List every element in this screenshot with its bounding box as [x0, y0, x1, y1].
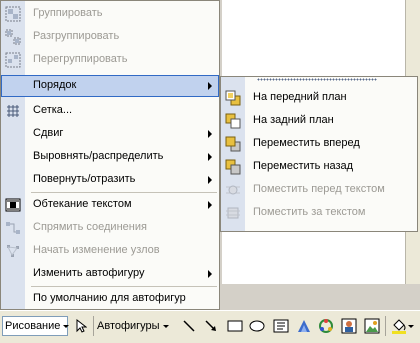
- menu-item-align-distribute[interactable]: Выровнять/распределить: [1, 146, 219, 168]
- submenu-item-label: Поместить перед текстом: [253, 183, 385, 195]
- behind-text-icon: [225, 205, 241, 221]
- order-submenu: На передний план На задний план Перемест…: [220, 76, 418, 232]
- menu-item-label: Обтекание текстом: [33, 198, 132, 210]
- group-icon: [5, 6, 21, 22]
- text-box-icon: [273, 319, 289, 333]
- menu-item-regroup[interactable]: Перегруппировать: [1, 49, 219, 71]
- chevron-down-icon: [162, 324, 169, 328]
- bring-forward-icon: [225, 136, 241, 152]
- menu-item-label: Выровнять/распределить: [33, 150, 164, 162]
- submenu-item-in-front-of-text[interactable]: Поместить перед текстом: [221, 178, 417, 201]
- menu-item-straighten-connectors[interactable]: Спрямить соединения: [1, 217, 219, 239]
- menu-item-rotate-flip[interactable]: Повернуть/отразить: [1, 169, 219, 191]
- submenu-item-label: Переместить назад: [253, 160, 354, 172]
- in-front-of-text-icon: [225, 182, 241, 198]
- menu-item-label: Перегруппировать: [33, 53, 128, 65]
- chevron-down-icon: [408, 324, 414, 328]
- clip-art-button[interactable]: [340, 316, 358, 336]
- picture-icon: [364, 318, 380, 334]
- line-icon: [183, 320, 195, 332]
- submenu-arrow-icon: [208, 82, 212, 90]
- grid-icon: [5, 103, 21, 119]
- submenu-drag-handle[interactable]: [257, 78, 377, 81]
- menu-item-label: Порядок: [33, 79, 77, 91]
- rectangle-icon: [227, 320, 243, 332]
- menu-item-label: Начать изменение узлов: [33, 244, 160, 256]
- oval-icon: [249, 320, 265, 332]
- menu-item-group[interactable]: Группировать: [1, 3, 219, 25]
- submenu-arrow-icon: [208, 270, 212, 278]
- drawing-menu-label: Рисование: [5, 320, 61, 332]
- drawing-menu-button[interactable]: Рисование: [2, 316, 70, 336]
- menu-item-label: Сетка...: [33, 104, 73, 116]
- ungroup-icon: [5, 29, 21, 45]
- straighten-connectors-icon: [5, 220, 21, 236]
- oval-button[interactable]: [248, 316, 266, 336]
- submenu-item-label: На передний план: [253, 91, 347, 103]
- picture-button[interactable]: [363, 316, 381, 336]
- fill-color-icon: [392, 319, 406, 334]
- diagram-icon: [319, 319, 333, 333]
- menu-item-label: Группировать: [33, 7, 103, 19]
- menu-item-label: Разгруппировать: [33, 30, 120, 42]
- drawing-menu: Группировать Разгруппировать Перегруппир…: [0, 0, 220, 310]
- menu-item-grid[interactable]: Сетка...: [1, 100, 219, 122]
- submenu-arrow-icon: [208, 130, 212, 138]
- arrow-button[interactable]: [203, 316, 219, 336]
- menu-item-text-wrapping[interactable]: Обтекание текстом: [1, 194, 219, 216]
- edit-points-icon: [5, 243, 21, 259]
- menu-item-label: Сдвиг: [33, 127, 64, 139]
- select-objects-button[interactable]: [72, 316, 90, 336]
- document-area-lower: [222, 232, 420, 284]
- submenu-item-bring-forward[interactable]: Переместить вперед: [221, 132, 417, 155]
- rectangle-button[interactable]: [226, 316, 244, 336]
- regroup-icon: [5, 52, 21, 68]
- text-wrap-icon: [5, 197, 21, 213]
- send-to-back-icon: [225, 113, 241, 129]
- line-button[interactable]: [181, 316, 197, 336]
- submenu-item-send-to-back[interactable]: На задний план: [221, 109, 417, 132]
- menu-item-ungroup[interactable]: Разгруппировать: [1, 26, 219, 48]
- document-area: [222, 0, 420, 78]
- menu-item-label: По умолчанию для автофигур: [33, 292, 186, 304]
- clip-art-icon: [341, 318, 357, 334]
- submenu-item-label: Поместить за текстом: [253, 206, 366, 218]
- submenu-item-label: На задний план: [253, 114, 334, 126]
- submenu-arrow-icon: [208, 153, 212, 161]
- autoshapes-button[interactable]: Автофигуры: [97, 316, 169, 336]
- submenu-item-behind-text[interactable]: Поместить за текстом: [221, 201, 417, 224]
- menu-item-label: Повернуть/отразить: [33, 173, 136, 185]
- menu-separator: [31, 286, 217, 287]
- toolbar-separator: [385, 316, 386, 336]
- arrow-icon: [205, 320, 216, 331]
- menu-item-autoshape-defaults[interactable]: По умолчанию для автофигур: [1, 288, 219, 310]
- menu-item-edit-points[interactable]: Начать изменение узлов: [1, 240, 219, 262]
- menu-item-change-autoshape[interactable]: Изменить автофигуру: [1, 263, 219, 285]
- menu-separator: [31, 192, 217, 193]
- autoshapes-label: Автофигуры: [97, 320, 160, 332]
- text-box-button[interactable]: [272, 316, 290, 336]
- toolbar-separator: [93, 316, 94, 336]
- submenu-arrow-icon: [208, 176, 212, 184]
- fill-color-button[interactable]: [391, 316, 415, 336]
- menu-item-nudge[interactable]: Сдвиг: [1, 123, 219, 145]
- drawing-toolbar: Рисование Автофигуры: [0, 310, 420, 343]
- submenu-item-send-backward[interactable]: Переместить назад: [221, 155, 417, 178]
- menu-item-label: Спрямить соединения: [33, 221, 147, 233]
- submenu-item-label: Переместить вперед: [253, 137, 360, 149]
- diagram-button[interactable]: [317, 316, 335, 336]
- wordart-button[interactable]: [295, 316, 313, 336]
- menu-item-label: Изменить автофигуру: [33, 267, 145, 279]
- select-objects-icon: [76, 319, 87, 333]
- chevron-down-icon: [63, 324, 70, 328]
- submenu-arrow-icon: [208, 201, 212, 209]
- wordart-icon: [298, 320, 310, 332]
- submenu-item-bring-to-front[interactable]: На передний план: [221, 86, 417, 109]
- send-backward-icon: [225, 159, 241, 175]
- menu-item-order[interactable]: Порядок: [1, 75, 219, 97]
- bring-to-front-icon: [225, 90, 241, 106]
